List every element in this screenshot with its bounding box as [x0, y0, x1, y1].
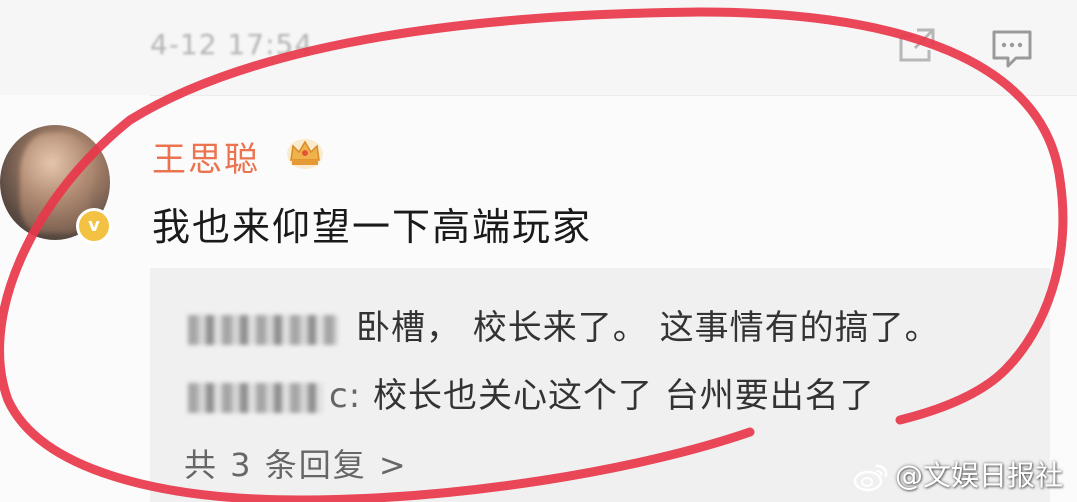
watermark-text: @文娱日报社 [894, 459, 1063, 492]
reply-item[interactable]: 卧槽， 校长来了。 这事情有的搞了。 [188, 300, 940, 349]
watermark: @文娱日报社 [853, 454, 1063, 494]
reply-item[interactable]: c: 校长也关心这个了 台州要出名了 [188, 368, 875, 417]
comment-icon[interactable] [990, 28, 1034, 70]
comment-username[interactable]: 王思聪 [152, 132, 260, 181]
reply-text: 校长也关心这个了 台州要出名了 [372, 376, 875, 416]
post-footer-bar: 4-12 17:54 [0, 0, 1077, 95]
crown-icon [287, 139, 323, 169]
comment-text: 我也来仰望一下高端玩家 [152, 205, 593, 249]
post-timestamp: 4-12 17:54 [150, 28, 314, 61]
reply-username-blurred[interactable] [188, 314, 338, 345]
more-replies-link[interactable]: 共 3 条回复 > [184, 440, 408, 486]
weibo-logo-icon [853, 464, 888, 492]
verified-badge-icon: v [76, 208, 112, 244]
reply-username-blurred[interactable] [188, 382, 323, 413]
divider [150, 95, 1077, 96]
reply-username-suffix: c: [329, 376, 362, 416]
reply-text: 卧槽， 校长来了。 这事情有的搞了。 [356, 308, 940, 348]
share-icon[interactable] [895, 26, 937, 66]
